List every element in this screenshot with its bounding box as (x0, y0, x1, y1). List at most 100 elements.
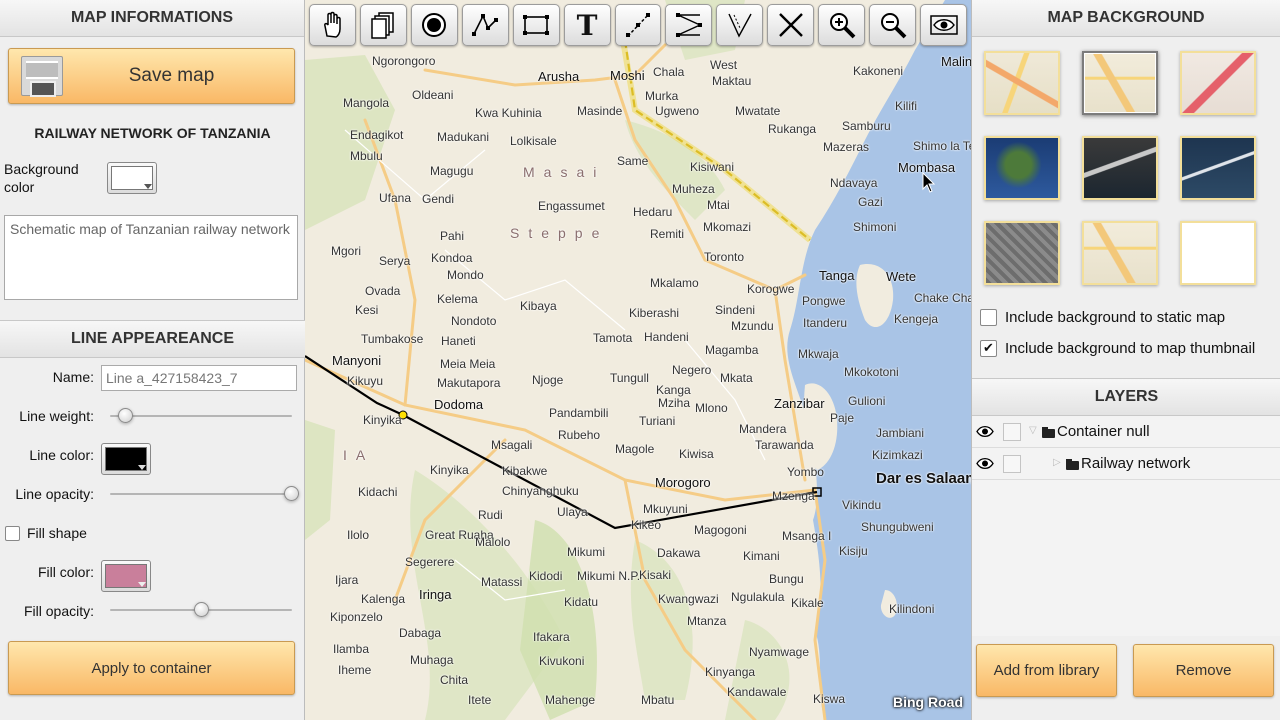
line-color-picker[interactable] (101, 443, 151, 475)
layer-row[interactable]: ▽ Container null (972, 416, 1280, 448)
place-label: Kivukoni (539, 654, 585, 668)
layer-select-checkbox[interactable] (1003, 423, 1021, 441)
place-label: Tumbakose (361, 332, 424, 346)
fill-color-picker[interactable] (101, 560, 151, 592)
layer-name: Container null (1057, 423, 1150, 440)
expand-toggle-icon[interactable]: ▷ (1053, 457, 1061, 468)
eye-icon[interactable] (976, 425, 994, 438)
expand-toggle-icon[interactable]: ▽ (1029, 425, 1037, 436)
save-map-button[interactable]: Save map (8, 48, 295, 104)
place-label: Endagikot (350, 128, 404, 142)
place-label: Mazeras (823, 140, 870, 154)
vertex-tool-button[interactable] (716, 4, 764, 46)
place-label: Dabaga (399, 626, 442, 640)
place-label: Iheme (338, 663, 372, 677)
chevron-down-icon (144, 184, 152, 189)
place-label: Magole (615, 442, 655, 456)
place-label: Mandera (739, 422, 787, 436)
hand-tool-button[interactable] (309, 4, 356, 46)
place-label: Kisaki (639, 568, 672, 582)
place-label: Meia Meia (440, 357, 496, 371)
add-from-library-button[interactable]: Add from library (976, 644, 1117, 697)
map-title: RAILWAY NETWORK OF TANZANIA (34, 125, 271, 141)
include-static-row[interactable]: Include background to static map (980, 309, 1225, 326)
map-description-field[interactable] (4, 215, 298, 300)
line-edit-tool-button[interactable] (614, 4, 662, 46)
map-canvas[interactable]: Ngorongoro Arusha Moshi Chala West Maktau Kako… (305, 0, 971, 720)
place-label: Ufana (379, 191, 412, 205)
include-thumbnail-row[interactable]: ✔ Include background to map thumbnail (980, 340, 1255, 357)
apply-to-container-button[interactable]: Apply to container (8, 641, 295, 695)
eye-icon[interactable] (976, 457, 994, 470)
place-label: Kanga (656, 383, 691, 397)
point-tool-button[interactable] (410, 4, 458, 46)
place-label: Kwa Kuhinia (475, 106, 542, 120)
eye-icon (929, 15, 958, 35)
preview-tool-button[interactable] (920, 4, 967, 46)
place-label: Chita (440, 673, 469, 687)
include-static-checkbox[interactable] (980, 309, 997, 326)
slider-track (110, 415, 292, 417)
bg-thumb-road-c[interactable] (1180, 51, 1256, 115)
place-label: Ifakara (533, 630, 570, 644)
zoom-out-tool-button[interactable] (869, 4, 917, 46)
line-opacity-slider[interactable] (110, 486, 299, 502)
place-label: Haneti (441, 334, 476, 348)
copy-tool-button[interactable] (359, 4, 407, 46)
place-label: Tarawanda (755, 438, 814, 452)
line-weight-slider[interactable] (110, 408, 292, 424)
place-label: Samburu (842, 119, 891, 133)
slider-thumb[interactable] (284, 486, 299, 501)
place-label: Lolkisale (510, 134, 557, 148)
polyline-tool-button[interactable] (461, 4, 509, 46)
fill-opacity-slider[interactable] (110, 602, 292, 618)
place-label: Jambiani (876, 426, 925, 440)
bg-thumb-aerial[interactable] (984, 221, 1060, 285)
fill-shape-checkbox[interactable] (5, 526, 20, 541)
bg-thumb-satellite-b[interactable] (1082, 136, 1158, 200)
place-label: Mahenge (545, 693, 596, 707)
slider-thumb[interactable] (193, 602, 209, 617)
place-label: Ijara (335, 573, 359, 587)
bg-thumb-road-a[interactable] (984, 51, 1060, 115)
place-label: Turiani (639, 414, 676, 428)
place-label: Dar es Salaam (876, 470, 971, 487)
place-label: Engassumet (538, 199, 605, 213)
bg-thumb-empty[interactable] (1180, 221, 1256, 285)
place-label: Paje (830, 411, 855, 425)
zoom-in-tool-button[interactable] (818, 4, 866, 46)
layer-select-checkbox[interactable] (1003, 455, 1021, 473)
bg-thumb-satellite-c[interactable] (1180, 136, 1256, 200)
remove-button[interactable]: Remove (1133, 644, 1274, 697)
line-appearance-section: LINE APPEAREANCE (0, 320, 305, 358)
place-label: Kidatu (564, 595, 599, 609)
place-label: Kikeo (631, 518, 662, 532)
place-label: Itanderu (803, 316, 848, 330)
place-label: Msagali (491, 438, 533, 452)
folder-icon (1042, 427, 1055, 438)
line-opacity-label: Line opacity: (15, 486, 94, 502)
delete-tool-button[interactable] (767, 4, 815, 46)
place-label: Shimo la Tewa (913, 139, 971, 153)
include-thumbnail-checkbox[interactable]: ✔ (980, 340, 997, 357)
copy-icon (371, 12, 395, 39)
line-name-input[interactable] (101, 365, 297, 391)
connector-tool-button[interactable] (665, 4, 713, 46)
layer-row[interactable]: ▷ Railway network (972, 448, 1280, 480)
place-label: Masinde (577, 104, 623, 118)
bg-thumb-road-b[interactable] (1082, 51, 1158, 115)
line-name-label: Name: (52, 369, 94, 385)
rectangle-tool-button[interactable] (512, 4, 560, 46)
place-label: Tamota (593, 331, 633, 345)
place-label: Mwatate (735, 104, 781, 118)
bg-thumb-road-d[interactable] (1082, 221, 1158, 285)
text-tool-button[interactable]: T (563, 4, 611, 46)
layers-section: LAYERS (972, 378, 1280, 416)
place-label: Vikindu (842, 498, 882, 512)
place-label: Pongwe (802, 294, 846, 308)
slider-thumb[interactable] (118, 408, 134, 423)
bg-thumb-satellite-a[interactable] (984, 136, 1060, 200)
place-label: Makutapora (437, 376, 501, 390)
slider-track (110, 493, 299, 495)
background-color-picker[interactable] (107, 162, 157, 194)
